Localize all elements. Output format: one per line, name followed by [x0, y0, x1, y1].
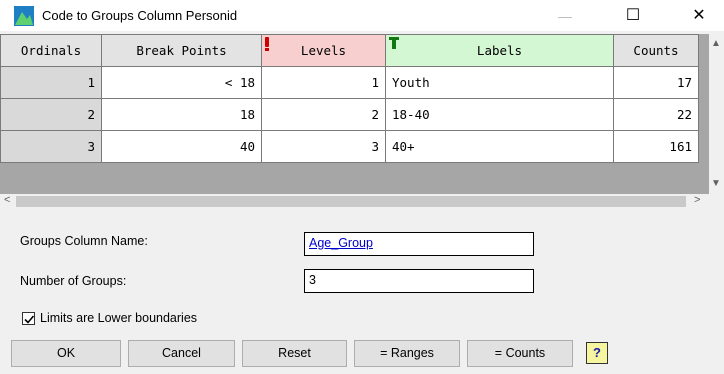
scroll-left-icon[interactable]: < — [4, 194, 10, 206]
label-cell[interactable]: 18-40 — [385, 98, 614, 131]
close-icon[interactable]: ✕ — [676, 0, 722, 32]
count-cell: 161 — [613, 130, 699, 163]
equal-ranges-button[interactable]: = Ranges — [354, 340, 460, 367]
level-cell[interactable]: 2 — [261, 98, 386, 131]
required-marker-icon — [265, 37, 269, 51]
break-point-cell[interactable]: 18 — [101, 98, 262, 131]
window-title: Code to Groups Column Personid — [42, 8, 238, 23]
scroll-up-icon[interactable]: ▲ — [711, 38, 721, 49]
text-type-icon — [389, 37, 399, 51]
help-icon[interactable]: ? — [586, 342, 608, 364]
ordinal-cell: 3 — [0, 130, 102, 163]
break-point-cell[interactable]: 40 — [101, 130, 262, 163]
vertical-scrollbar[interactable]: ▲ ▼ — [709, 34, 724, 196]
groups-table: Ordinals Break Points Levels Labels Coun… — [0, 34, 699, 163]
table-header-row: Ordinals Break Points Levels Labels Coun… — [0, 34, 699, 67]
table-row: 1 < 18 1 Youth 17 — [0, 66, 699, 99]
col-header-break-points[interactable]: Break Points — [101, 34, 262, 67]
reset-button[interactable]: Reset — [242, 340, 347, 367]
app-icon — [14, 6, 34, 26]
col-header-labels[interactable]: Labels — [385, 34, 614, 67]
groups-column-name-label: Groups Column Name: — [20, 234, 148, 248]
break-point-cell[interactable]: < 18 — [101, 66, 262, 99]
ordinal-cell: 1 — [0, 66, 102, 99]
scroll-right-icon[interactable]: > — [694, 194, 700, 206]
level-cell[interactable]: 3 — [261, 130, 386, 163]
cancel-button[interactable]: Cancel — [128, 340, 235, 367]
limits-lower-boundaries-checkbox[interactable] — [22, 312, 35, 325]
label-cell[interactable]: 40+ — [385, 130, 614, 163]
scroll-down-icon[interactable]: ▼ — [711, 178, 721, 189]
minimize-icon[interactable]: — — [542, 0, 588, 32]
checkmark-icon — [24, 315, 35, 324]
title-bar: Code to Groups Column Personid — ☐ ✕ — [0, 0, 724, 32]
table-row: 3 40 3 40+ 161 — [0, 130, 699, 163]
count-cell: 17 — [613, 66, 699, 99]
number-of-groups-field[interactable]: 3 — [304, 269, 534, 293]
table-row: 2 18 2 18-40 22 — [0, 98, 699, 131]
ok-button[interactable]: OK — [11, 340, 121, 367]
equal-counts-button[interactable]: = Counts — [467, 340, 573, 367]
horizontal-scroll-thumb[interactable] — [16, 196, 686, 207]
ordinal-cell: 2 — [0, 98, 102, 131]
horizontal-scrollbar[interactable]: < > — [0, 194, 709, 210]
col-header-levels[interactable]: Levels — [261, 34, 386, 67]
col-header-labels-label: Labels — [476, 43, 523, 58]
maximize-icon[interactable]: ☐ — [610, 0, 656, 32]
number-of-groups-label: Number of Groups: — [20, 274, 127, 288]
col-header-levels-label: Levels — [300, 43, 347, 58]
groups-column-name-field[interactable]: Age_Group — [304, 232, 534, 256]
level-cell[interactable]: 1 — [261, 66, 386, 99]
count-cell: 22 — [613, 98, 699, 131]
limits-lower-boundaries-label[interactable]: Limits are Lower boundaries — [40, 311, 197, 325]
col-header-ordinals[interactable]: Ordinals — [0, 34, 102, 67]
groups-grid: Ordinals Break Points Levels Labels Coun… — [0, 34, 709, 194]
label-cell[interactable]: Youth — [385, 66, 614, 99]
col-header-counts[interactable]: Counts — [613, 34, 699, 67]
